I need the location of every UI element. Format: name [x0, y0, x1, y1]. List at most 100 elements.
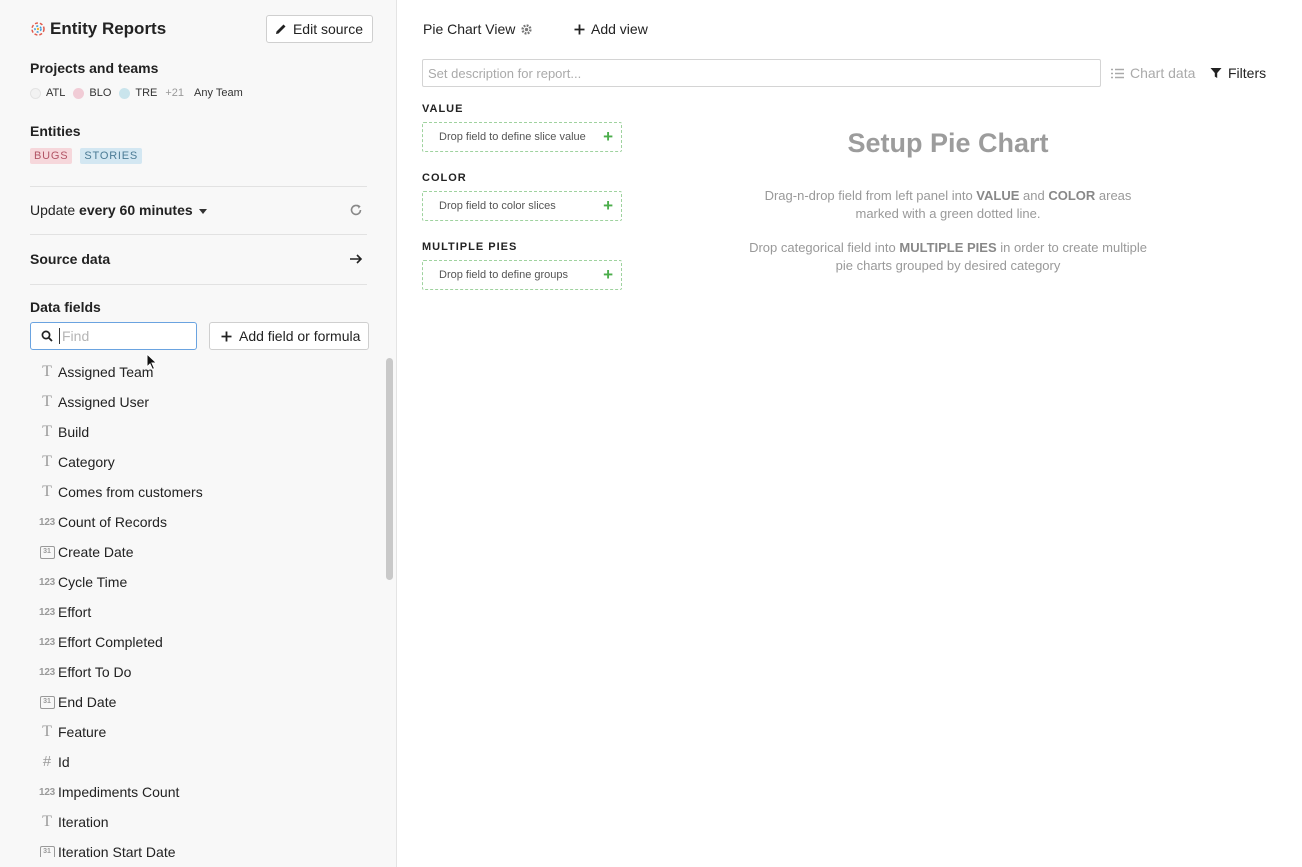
- report-description-input[interactable]: [422, 59, 1101, 87]
- field-item[interactable]: 123 Impediments Count: [36, 777, 376, 807]
- calendar-type-icon: 31: [36, 695, 58, 709]
- divider: [30, 186, 367, 187]
- plus-icon[interactable]: +: [603, 265, 613, 285]
- field-name: Feature: [58, 724, 107, 740]
- field-item[interactable]: 31 Create Date: [36, 537, 376, 567]
- add-field-button[interactable]: Add field or formula: [209, 322, 369, 350]
- calendar-digits: 31: [39, 545, 55, 559]
- multiple-pies-drop-zone[interactable]: Drop field to define groups +: [422, 260, 622, 290]
- search-icon: [41, 330, 53, 342]
- field-name: Assigned Team: [58, 364, 154, 380]
- field-item[interactable]: 123 Effort: [36, 597, 376, 627]
- setup-text: Drop categorical field into: [749, 240, 900, 255]
- project-label: TRE: [135, 87, 158, 99]
- project-dot: [73, 87, 85, 99]
- setup-text-bold: MULTIPLE PIES: [899, 240, 997, 255]
- field-name: Effort Completed: [58, 634, 163, 650]
- plus-icon: [221, 331, 232, 341]
- project-dot: [119, 87, 131, 99]
- setup-instruction-2: Drop categorical field into MULTIPLE PIE…: [748, 239, 1148, 275]
- field-name: Build: [58, 424, 90, 440]
- project-label: BLO: [89, 87, 112, 99]
- tab-pie-chart-view[interactable]: Pie Chart View: [423, 21, 533, 37]
- mouse-cursor-icon: [146, 353, 158, 371]
- add-view-label: Add view: [591, 21, 648, 37]
- team-label: Any Team: [194, 87, 243, 99]
- field-name: Iteration: [58, 814, 109, 830]
- refresh-icon[interactable]: [349, 203, 363, 217]
- plus-icon[interactable]: +: [603, 127, 613, 147]
- setup-text-bold: COLOR: [1048, 188, 1096, 203]
- search-input[interactable]: [59, 328, 179, 344]
- multiple-pies-drop-hint: Drop field to define groups: [439, 269, 569, 281]
- field-item[interactable]: T Feature: [36, 717, 376, 747]
- field-item[interactable]: 123 Effort Completed: [36, 627, 376, 657]
- color-drop-zone[interactable]: Drop field to color slices +: [422, 191, 622, 221]
- multiple-pies-label: MULTIPLE PIES: [422, 241, 518, 253]
- field-item[interactable]: T Iteration: [36, 807, 376, 837]
- field-item[interactable]: T Comes from customers: [36, 477, 376, 507]
- setup-title: Setup Pie Chart: [847, 128, 1049, 158]
- calendar-digits: 31: [39, 845, 55, 857]
- app-logo-icon: [31, 22, 45, 36]
- field-name: Count of Records: [58, 514, 167, 530]
- project-blo: BLO: [73, 87, 111, 99]
- field-item[interactable]: T Assigned User: [36, 387, 376, 417]
- field-item[interactable]: 123 Cycle Time: [36, 567, 376, 597]
- field-name: Effort To Do: [58, 664, 132, 680]
- number-type-icon: 123: [38, 516, 56, 528]
- setup-instruction-1: Drag-n-drop field from left panel into V…: [748, 187, 1148, 223]
- project-dot: [30, 87, 41, 99]
- filters-label: Filters: [1228, 65, 1267, 81]
- setup-text: and: [1019, 188, 1049, 203]
- source-data-row[interactable]: Source data: [30, 251, 365, 269]
- text-type-icon: T: [42, 483, 52, 500]
- field-item[interactable]: T Category: [36, 447, 376, 477]
- value-label: VALUE: [422, 103, 464, 115]
- projects-teams-list[interactable]: ATL BLO TRE +21 Any Team: [30, 87, 243, 99]
- update-frequency[interactable]: Update every 60 minutes: [30, 202, 365, 220]
- plus-icon[interactable]: +: [603, 196, 613, 216]
- source-data-label: Source data: [30, 251, 111, 267]
- gear-icon[interactable]: [520, 23, 533, 36]
- chart-data-label: Chart data: [1130, 65, 1196, 81]
- setup-text-bold: VALUE: [976, 188, 1020, 203]
- data-fields-heading: Data fields: [30, 299, 101, 315]
- projects-heading: Projects and teams: [30, 60, 159, 76]
- entities-heading: Entities: [30, 123, 81, 139]
- project-tre: TRE: [119, 87, 157, 99]
- fields-scrollbar[interactable]: [386, 358, 393, 580]
- text-type-icon: T: [42, 453, 52, 470]
- hash-type-icon: #: [42, 753, 52, 771]
- field-item[interactable]: # Id: [36, 747, 376, 777]
- field-name: Assigned User: [58, 394, 150, 410]
- value-drop-zone[interactable]: Drop field to define slice value +: [422, 122, 622, 152]
- chart-data-button[interactable]: Chart data: [1111, 65, 1195, 81]
- value-drop-hint: Drop field to define slice value: [439, 131, 586, 143]
- field-item[interactable]: 123 Effort To Do: [36, 657, 376, 687]
- edit-source-button[interactable]: Edit source: [265, 15, 373, 43]
- field-name: Category: [58, 454, 115, 470]
- entities-tags[interactable]: BUGS STORIES: [30, 148, 143, 164]
- field-item[interactable]: 31 End Date: [36, 687, 376, 717]
- text-type-icon: T: [42, 813, 52, 830]
- caret-down-icon: [198, 208, 207, 214]
- arrow-right-icon: [350, 254, 363, 264]
- project-label: ATL: [46, 87, 66, 99]
- update-value: every 60 minutes: [79, 202, 193, 218]
- calendar-type-icon: 31: [36, 845, 58, 857]
- filters-button[interactable]: Filters: [1210, 65, 1266, 81]
- field-search[interactable]: [30, 322, 197, 350]
- number-type-icon: 123: [38, 636, 56, 648]
- number-type-icon: 123: [38, 576, 56, 588]
- add-view-button[interactable]: Add view: [574, 21, 648, 37]
- filter-icon: [1210, 68, 1222, 78]
- edit-source-label: Edit source: [292, 21, 363, 37]
- field-name: Id: [58, 754, 70, 770]
- field-item[interactable]: T Build: [36, 417, 376, 447]
- field-item[interactable]: 123 Count of Records: [36, 507, 376, 537]
- field-item[interactable]: T Assigned Team: [36, 357, 376, 387]
- number-type-icon: 123: [38, 606, 56, 618]
- project-atl: ATL: [30, 87, 65, 99]
- field-item[interactable]: 31 Iteration Start Date: [36, 837, 376, 857]
